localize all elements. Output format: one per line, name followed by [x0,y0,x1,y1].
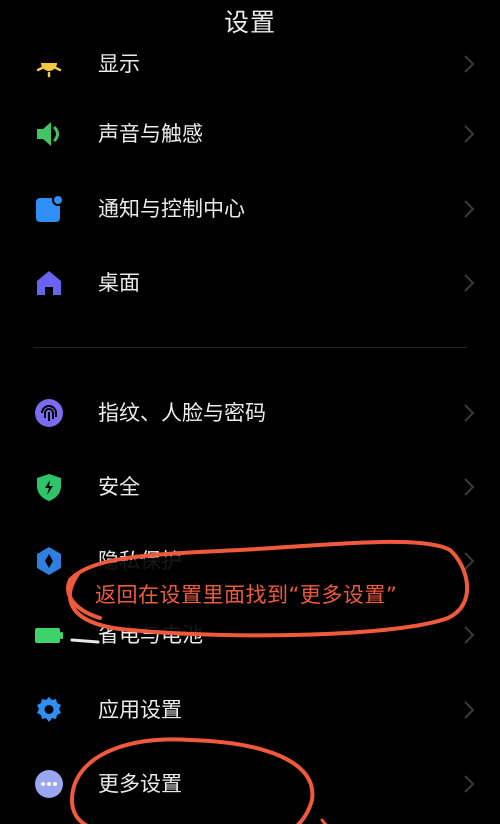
settings-item-label: 桌面 [98,271,140,295]
chevron-right-icon [462,549,476,573]
settings-item-label: 通知与控制中心 [98,197,245,221]
fingerprint-icon [34,398,64,428]
settings-item-label: 声音与触感 [98,122,203,146]
page-title: 设置 [0,6,500,46]
settings-item-label: 隐私保护 [98,549,182,573]
settings-item-notifications[interactable]: 通知与控制中心 [0,179,500,239]
more-icon [34,769,64,799]
settings-item-apps[interactable]: 应用设置 [0,680,500,740]
chevron-right-icon [462,698,476,722]
notification-icon [34,194,64,224]
speaker-icon [34,119,64,149]
settings-item-label: 指纹、人脸与密码 [98,401,266,425]
chevron-right-icon [462,197,476,221]
settings-item-home-screen[interactable]: 桌面 [0,253,500,313]
brightness-icon [34,49,64,79]
chevron-right-icon [462,271,476,295]
settings-item-label: 省电与电池 [98,623,203,647]
settings-item-battery[interactable]: 省电与电池 [0,605,500,665]
privacy-icon [34,546,64,576]
chevron-right-icon [462,772,476,796]
section-divider [33,347,467,348]
chevron-right-icon [462,122,476,146]
battery-icon [34,620,64,650]
settings-item-label: 应用设置 [98,698,182,722]
settings-item-label: 安全 [98,475,140,499]
shield-icon [34,472,64,502]
settings-item-fingerprint[interactable]: 指纹、人脸与密码 [0,383,500,443]
chevron-right-icon [462,401,476,425]
settings-item-security[interactable]: 安全 [0,457,500,517]
annotation-instruction: 返回在设置里面找到“更多设置” [95,583,398,607]
home-icon [34,268,64,298]
chevron-right-icon [462,52,476,76]
settings-item-label: 更多设置 [98,772,182,796]
settings-item-label: 显示 [98,52,140,76]
chevron-right-icon [462,623,476,647]
chevron-right-icon [462,475,476,499]
gear-icon [34,695,64,725]
settings-item-more[interactable]: 更多设置 [0,754,500,814]
settings-item-sound[interactable]: 声音与触感 [0,104,500,164]
